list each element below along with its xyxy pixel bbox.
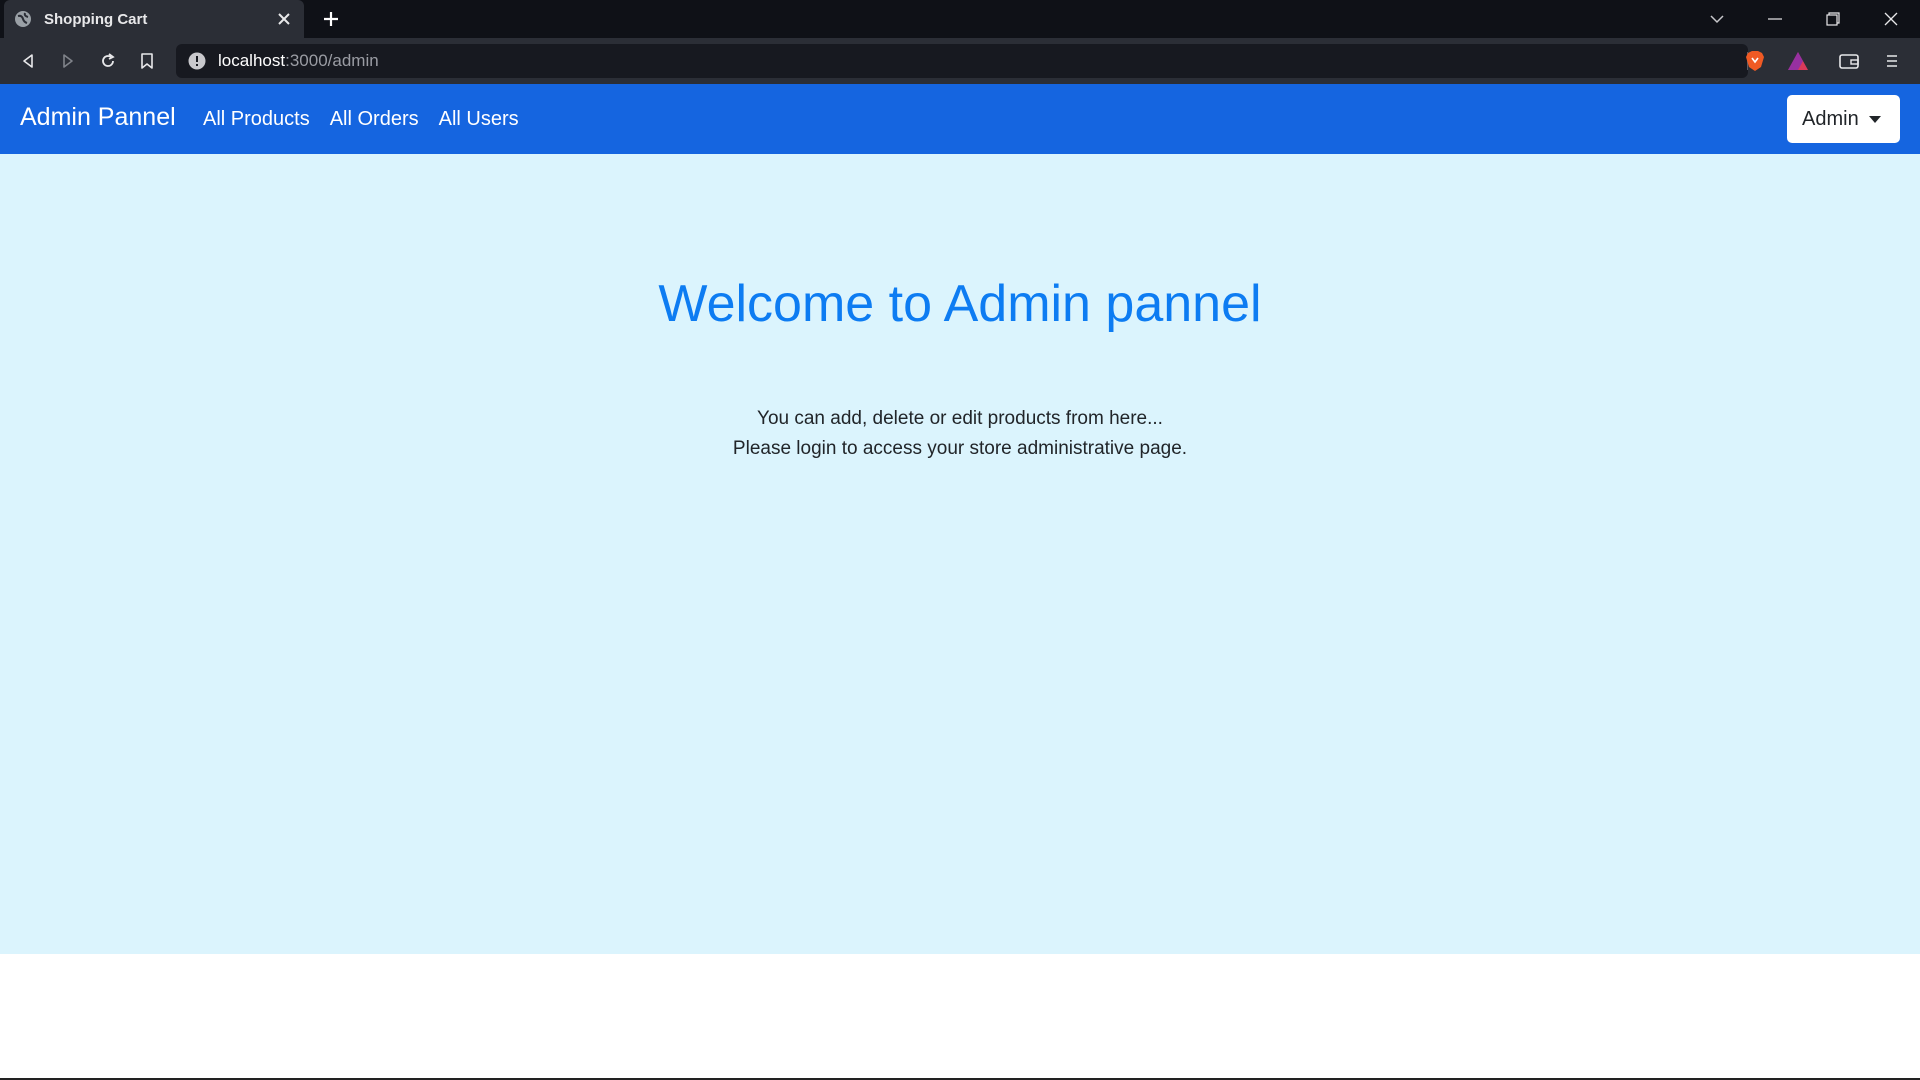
new-tab-icon[interactable] bbox=[320, 8, 342, 30]
welcome-jumbotron: Welcome to Admin pannel You can add, del… bbox=[0, 154, 1920, 954]
forward-icon[interactable] bbox=[56, 49, 80, 73]
address-bar[interactable]: localhost:3000/admin bbox=[176, 44, 1748, 78]
window-controls bbox=[1688, 0, 1920, 38]
navbar-brand[interactable]: Admin Pannel bbox=[20, 103, 176, 132]
nav-link-all-users[interactable]: All Users bbox=[439, 108, 519, 131]
welcome-line-1: You can add, delete or edit products fro… bbox=[757, 408, 1163, 429]
rewards-triangle-icon[interactable] bbox=[1786, 49, 1810, 73]
admin-dropdown-button[interactable]: Admin bbox=[1787, 95, 1900, 143]
close-tab-icon[interactable] bbox=[274, 9, 294, 29]
nav-links: All Products All Orders All Users bbox=[203, 108, 539, 131]
globe-icon bbox=[14, 10, 32, 28]
minimize-icon[interactable] bbox=[1746, 0, 1804, 38]
browser-tabstrip: Shopping Cart bbox=[0, 0, 1920, 38]
caret-down-icon bbox=[1868, 115, 1881, 123]
back-icon[interactable] bbox=[16, 49, 40, 73]
browser-toolbar: localhost:3000/admin bbox=[0, 38, 1920, 84]
restore-icon[interactable] bbox=[1804, 0, 1862, 38]
info-icon[interactable] bbox=[188, 52, 206, 70]
tab-title: Shopping Cart bbox=[44, 10, 148, 28]
reload-icon[interactable] bbox=[96, 49, 120, 73]
welcome-line-2: Please login to access your store admini… bbox=[732, 438, 1188, 459]
admin-dropdown-label: Admin bbox=[1802, 107, 1859, 130]
page-title: Welcome to Admin pannel bbox=[658, 275, 1262, 333]
url-path: :3000/admin bbox=[285, 51, 379, 70]
bookmark-icon[interactable] bbox=[135, 49, 159, 73]
chevron-down-icon[interactable] bbox=[1688, 0, 1746, 38]
close-window-icon[interactable] bbox=[1862, 0, 1920, 38]
url-text[interactable]: localhost:3000/admin bbox=[218, 51, 379, 71]
nav-link-all-orders[interactable]: All Orders bbox=[330, 108, 419, 131]
browser-tab[interactable]: Shopping Cart bbox=[4, 0, 304, 38]
site-navbar: Admin Pannel All Products All Orders All… bbox=[0, 84, 1920, 154]
url-host: localhost bbox=[218, 51, 286, 70]
nav-link-all-products[interactable]: All Products bbox=[203, 108, 310, 131]
brave-shield-icon[interactable] bbox=[1743, 49, 1767, 73]
wallet-icon[interactable] bbox=[1837, 49, 1861, 73]
welcome-text: You can add, delete or edit products fro… bbox=[0, 404, 1920, 464]
menu-icon[interactable] bbox=[1880, 49, 1904, 73]
